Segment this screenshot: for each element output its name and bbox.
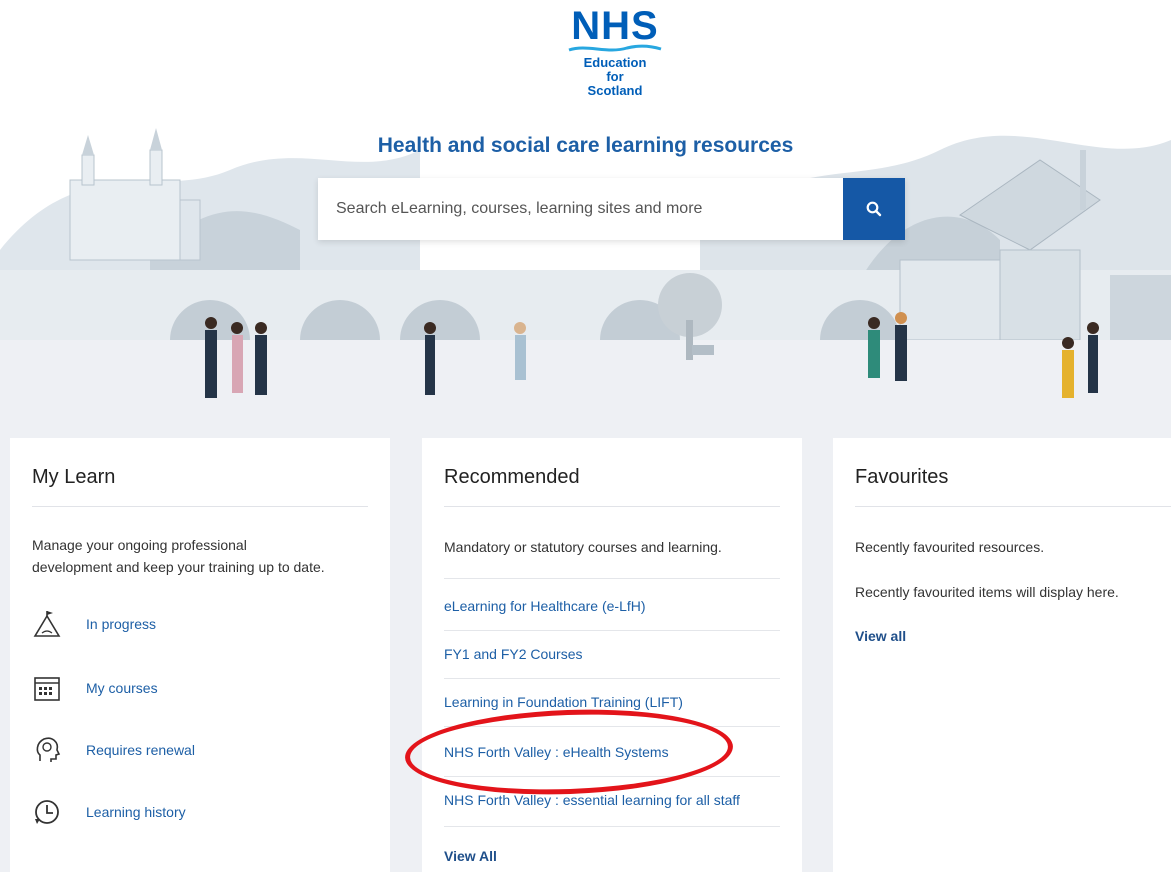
my-learn-item-label: Learning history — [86, 804, 186, 820]
calendar-icon — [32, 673, 62, 703]
my-learn-item-label: My courses — [86, 680, 158, 696]
my-learn-card: My Learn Manage your ongoing professiona… — [10, 438, 390, 872]
recommended-title: Recommended — [444, 466, 580, 488]
divider — [444, 826, 780, 827]
my-learn-description: Manage your ongoing professional develop… — [32, 534, 325, 578]
my-learn-item-learning-history[interactable]: Learning history — [32, 794, 186, 830]
my-learn-description-line1: Manage your ongoing professional — [32, 537, 247, 553]
my-learn-item-my-courses[interactable]: My courses — [32, 670, 158, 706]
my-learn-title: My Learn — [32, 466, 116, 488]
recommended-item-lift[interactable]: Learning in Foundation Training (LIFT) — [444, 694, 683, 710]
my-learn-item-in-progress[interactable]: In progress — [32, 606, 156, 642]
logo-line-for: for — [606, 69, 624, 84]
recommended-item-elfh[interactable]: eLearning for Healthcare (e-LfH) — [444, 598, 646, 614]
search-bar — [318, 178, 905, 240]
recommended-view-all-link[interactable]: View All — [444, 848, 497, 864]
my-learn-item-label: In progress — [86, 616, 157, 632]
favourites-title: Favourites — [855, 466, 949, 488]
my-learn-item-label: Requires renewal — [86, 742, 195, 758]
divider — [444, 678, 780, 679]
logo-line-scotland: Scotland — [587, 83, 643, 98]
recommended-card: Recommended Mandatory or statutory cours… — [422, 438, 802, 872]
search-icon — [866, 201, 882, 217]
divider — [444, 578, 780, 579]
nhs-education-logo[interactable]: NHS Education for Scotland — [560, 6, 670, 126]
hero-banner: NHS Education for Scotland Health and so… — [0, 0, 1171, 430]
divider — [444, 506, 780, 507]
search-input[interactable] — [318, 178, 843, 240]
recommended-item-fy1-fy2[interactable]: FY1 and FY2 Courses — [444, 646, 583, 662]
divider — [32, 506, 368, 507]
recommended-description: Mandatory or statutory courses and learn… — [444, 539, 722, 555]
logo-line-education: Education — [583, 55, 647, 70]
favourites-empty-message: Recently favourited items will display h… — [855, 584, 1119, 600]
logo-brand: NHS — [571, 4, 659, 48]
head-icon — [32, 735, 62, 765]
hero-title: Health and social care learning resource… — [377, 134, 794, 157]
my-learn-description-line2: development and keep your training up to… — [32, 559, 325, 575]
favourites-card: Favourites Recently favourited resources… — [833, 438, 1171, 872]
divider — [855, 506, 1171, 507]
progress-icon — [32, 609, 62, 639]
my-learn-item-requires-renewal[interactable]: Requires renewal — [32, 732, 195, 768]
favourites-view-all-link[interactable]: View all — [855, 628, 906, 644]
search-button[interactable] — [843, 178, 905, 240]
recommended-item-essential-learning[interactable]: NHS Forth Valley : essential learning fo… — [444, 792, 740, 808]
divider — [444, 630, 780, 631]
history-clock-icon — [32, 797, 62, 827]
favourites-description: Recently favourited resources. — [855, 539, 1045, 555]
